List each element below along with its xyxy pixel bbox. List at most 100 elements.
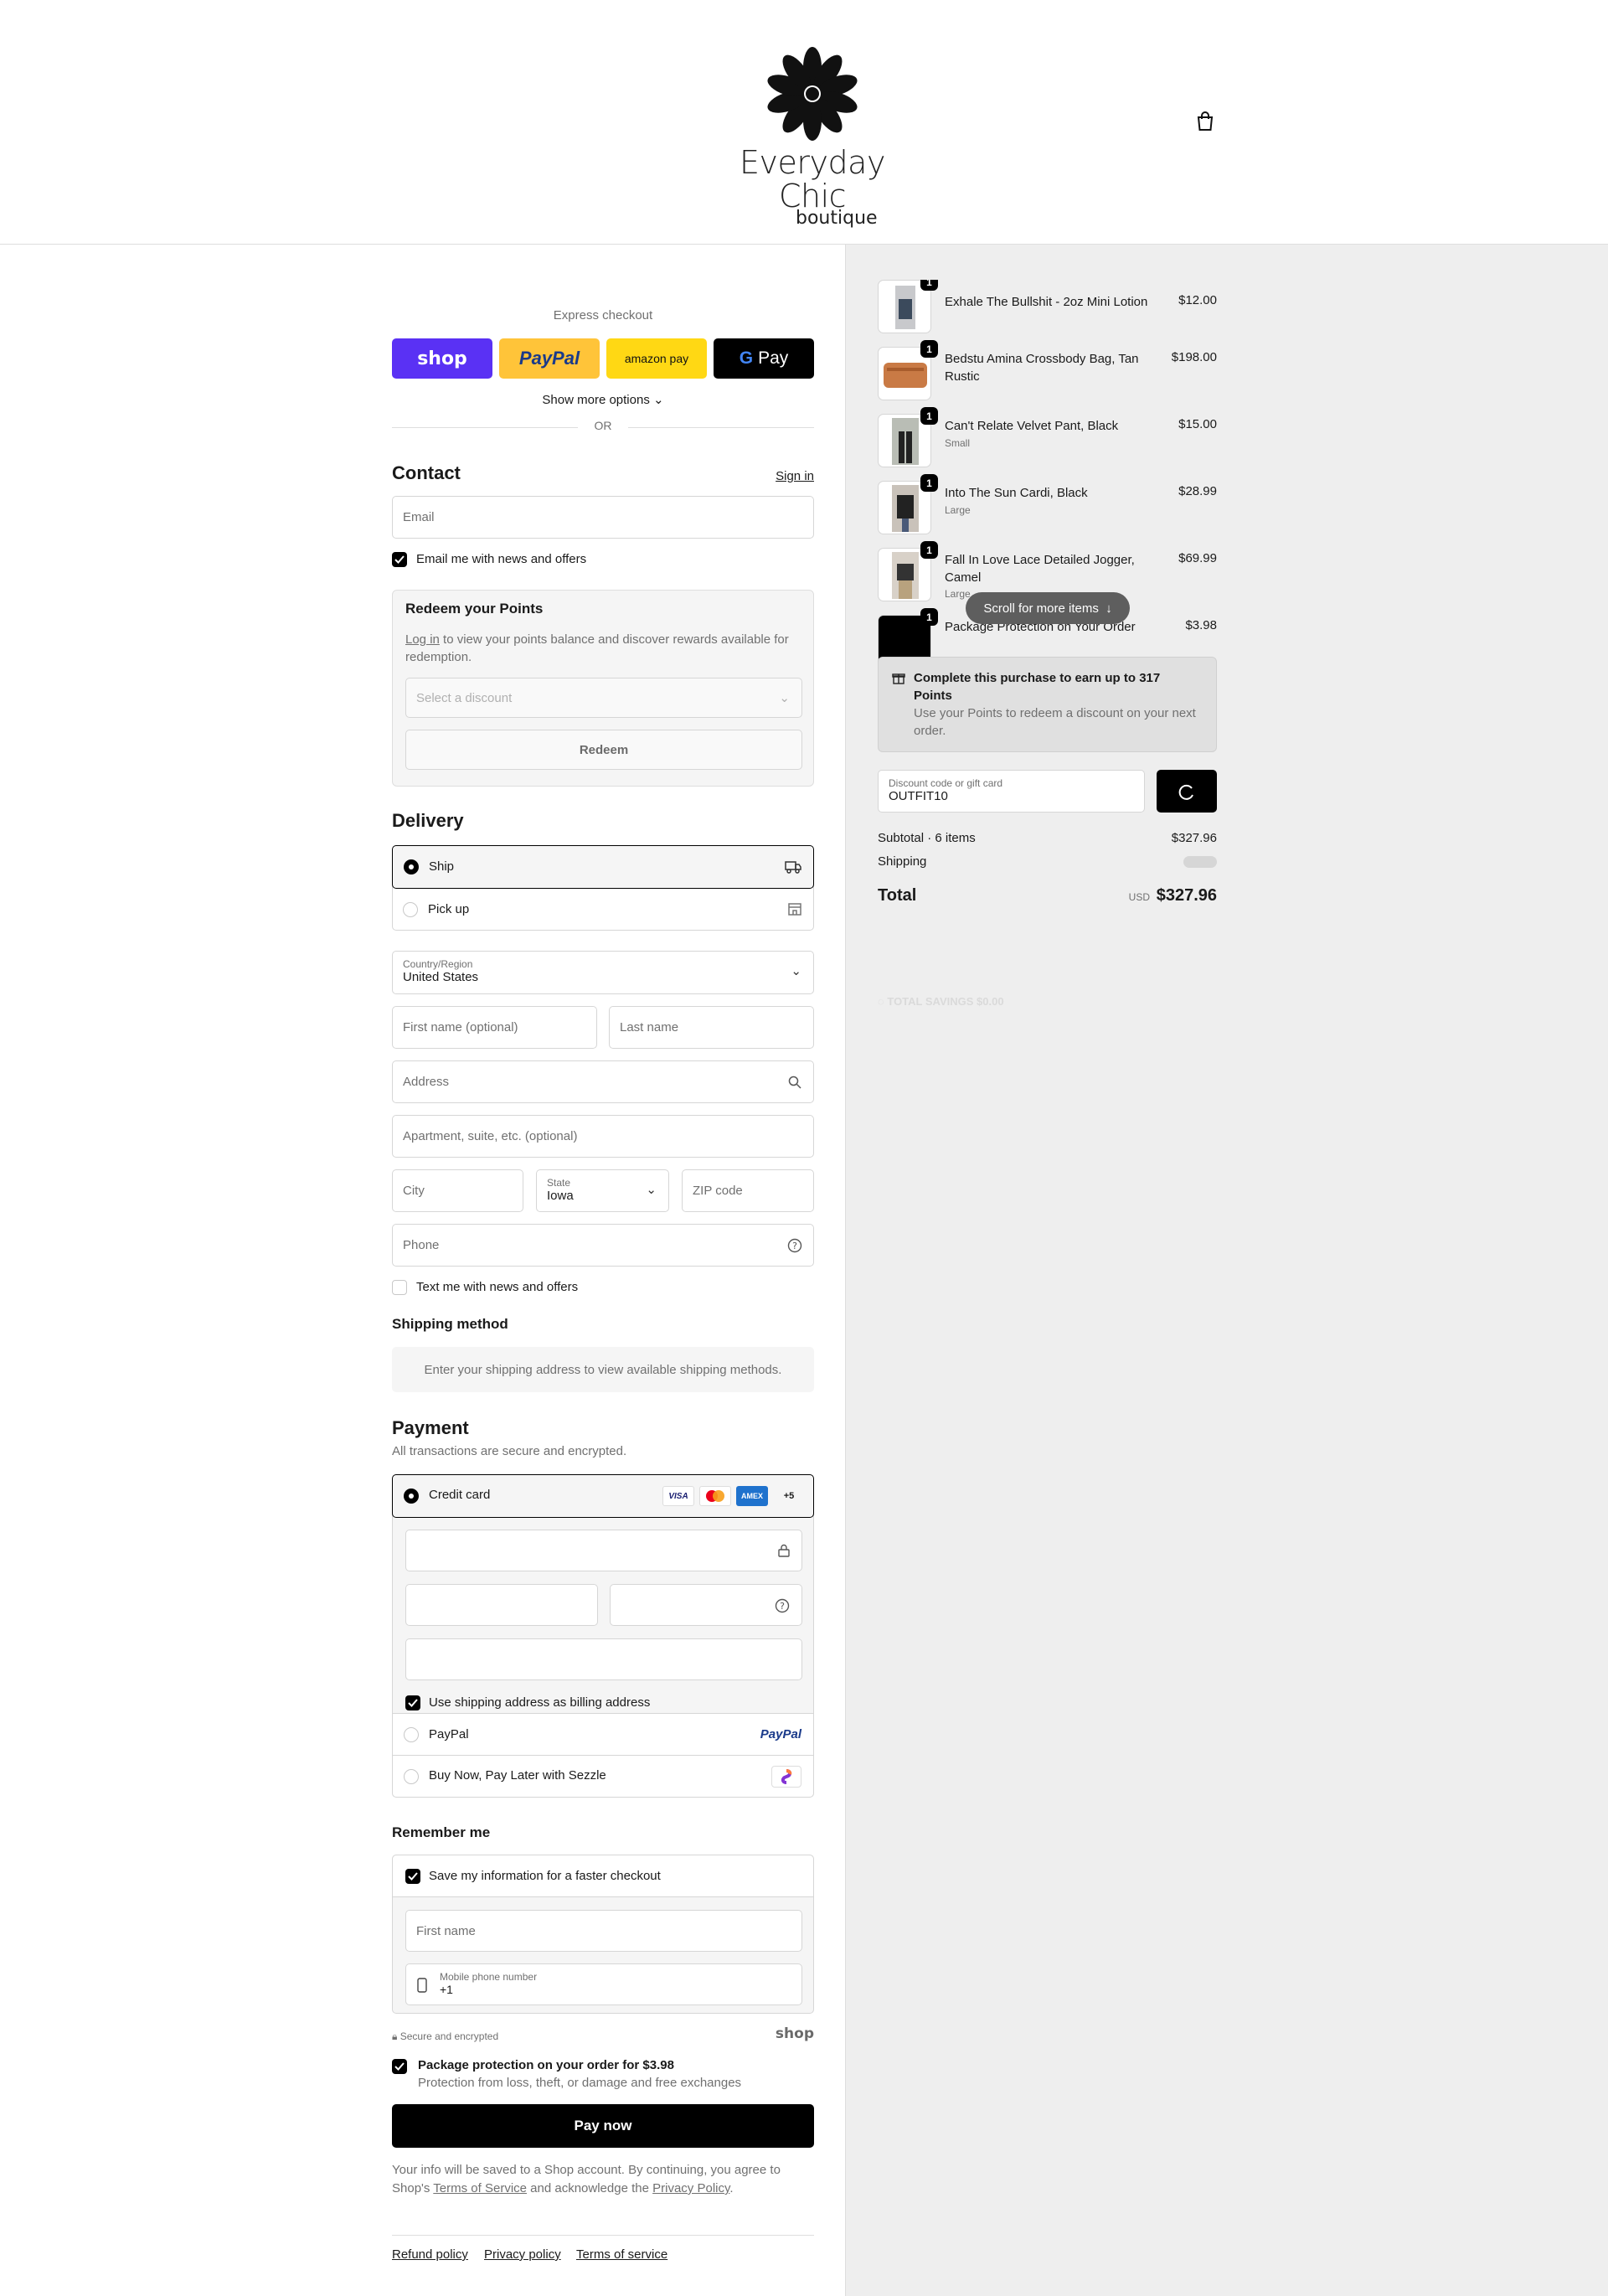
card-name-field[interactable] [405, 1638, 802, 1680]
google-pay-label: Pay [758, 348, 789, 368]
amazon-pay-button[interactable]: amazon pay [606, 338, 707, 379]
payment-subtitle: All transactions are secure and encrypte… [392, 1444, 627, 1458]
text-news-label: Text me with news and offers [416, 1280, 579, 1294]
shop-pay-button[interactable]: shop [392, 338, 492, 379]
zip-field[interactable]: ZIP code [682, 1169, 814, 1212]
svg-text:?: ? [792, 1241, 797, 1251]
cart-icon[interactable] [1196, 111, 1216, 133]
chevron-down-icon: ⌄ [779, 691, 790, 705]
remember-first-name-field[interactable]: First name [405, 1910, 802, 1952]
pay-now-button[interactable]: Pay now [392, 2104, 814, 2148]
store-logo[interactable]: Everyday Chic boutique [716, 44, 909, 229]
flower-logo-icon [767, 47, 858, 141]
loading-spinner-icon [1178, 784, 1193, 800]
or-divider: OR [392, 419, 814, 436]
footer-divider [392, 2235, 814, 2236]
shipping-method-notice: Enter your shipping address to view avai… [392, 1347, 814, 1392]
privacy-policy-link[interactable]: Privacy policy [484, 2247, 561, 2262]
apartment-field[interactable]: Apartment, suite, etc. (optional) [392, 1115, 814, 1158]
item-price: $3.98 [1185, 618, 1217, 632]
sign-in-link[interactable]: Sign in [776, 469, 814, 483]
points-login-link[interactable]: Log in [405, 632, 440, 647]
email-news-checkbox[interactable] [392, 552, 407, 567]
google-pay-button[interactable]: G Pay [714, 338, 814, 379]
discount-code-field[interactable]: Discount code or gift card OUTFIT10 [878, 770, 1145, 813]
card-expiry-field[interactable] [405, 1584, 598, 1626]
help-icon[interactable]: ? [787, 1238, 802, 1253]
redeem-button[interactable]: Redeem [405, 730, 802, 770]
google-g-icon: G [739, 348, 754, 368]
credit-card-option[interactable]: Credit card VISA AMEX +5 [392, 1474, 814, 1518]
item-name: Into The Sun Cardi, Black [945, 486, 1088, 500]
sezzle-radio[interactable] [404, 1769, 419, 1784]
show-more-options-label: Show more options [542, 393, 650, 407]
phone-field[interactable]: Phone ? [392, 1224, 814, 1267]
pickup-radio[interactable] [403, 902, 418, 917]
pickup-option[interactable]: Pick up [392, 889, 814, 931]
lock-icon: 🔒︎ [392, 2030, 398, 2042]
subtotal-value: $327.96 [1171, 831, 1217, 845]
address-placeholder: Address [403, 1075, 450, 1089]
ship-option[interactable]: Ship [392, 845, 814, 889]
discount-select-placeholder: Select a discount [416, 690, 513, 705]
package-protection-checkbox[interactable] [392, 2059, 407, 2074]
credit-card-label: Credit card [429, 1488, 491, 1502]
city-field[interactable]: City [392, 1169, 523, 1212]
shop-tos-link[interactable]: Terms of Service [433, 2181, 527, 2195]
card-number-field[interactable] [405, 1530, 802, 1571]
address-field[interactable]: Address [392, 1060, 814, 1103]
show-more-options-link[interactable]: Show more options ⌄ [392, 392, 814, 407]
paypal-button[interactable]: PayPal [499, 338, 600, 379]
first-name-field[interactable]: First name (optional) [392, 1006, 597, 1049]
email-field[interactable]: Email [392, 496, 814, 539]
or-label: OR [594, 419, 612, 432]
item-variant: Large [945, 504, 971, 516]
mobile-phone-field[interactable]: Mobile phone number +1 [405, 1963, 802, 2005]
terms-of-service-link[interactable]: Terms of service [576, 2247, 667, 2262]
phone-placeholder: Phone [403, 1238, 440, 1252]
shipping-value-placeholder [1183, 856, 1217, 868]
item-price: $198.00 [1171, 350, 1217, 364]
sezzle-option[interactable]: Buy Now, Pay Later with Sezzle [393, 1755, 813, 1797]
shop-privacy-link[interactable]: Privacy Policy [652, 2181, 729, 2195]
card-cvv-field[interactable]: ? [610, 1584, 802, 1626]
save-info-row[interactable]: Save my information for a faster checkou… [393, 1855, 813, 1897]
scroll-hint-label: Scroll for more items [983, 601, 1099, 616]
paypal-option[interactable]: PayPal PayPal [393, 1713, 813, 1755]
quantity-badge: 1 [920, 608, 938, 626]
refund-policy-link[interactable]: Refund policy [392, 2247, 468, 2262]
save-info-checkbox[interactable] [405, 1869, 420, 1884]
express-checkout-title: Express checkout [553, 308, 653, 322]
chevron-down-icon: ⌄ [646, 1183, 657, 1197]
country-value: United States [403, 970, 479, 984]
state-select[interactable]: State Iowa ⌄ [536, 1169, 669, 1212]
store-icon [788, 903, 801, 916]
line-item: 1 Bedstu Amina Crossbody Bag, Tan Rustic… [878, 340, 1217, 400]
legal-part2: and acknowledge the [527, 2181, 653, 2195]
paypal-radio[interactable] [404, 1727, 419, 1742]
arrow-down-icon: ↓ [1106, 601, 1112, 616]
more-card-brands: +5 [783, 1491, 795, 1501]
apply-discount-button[interactable] [1157, 770, 1217, 813]
package-protection-title: Package protection on your order for $3.… [418, 2058, 674, 2072]
billing-same-checkbox[interactable] [405, 1695, 420, 1710]
quantity-badge: 1 [920, 340, 938, 358]
remember-me-title: Remember me [392, 1824, 491, 1840]
help-icon[interactable]: ? [775, 1598, 790, 1613]
points-desc-text: to view your points balance and discover… [405, 632, 789, 664]
discount-select[interactable]: Select a discount ⌄ [405, 678, 802, 718]
email-news-label: Email me with news and offers [416, 552, 587, 566]
ship-radio[interactable] [404, 859, 419, 875]
scroll-more-items-pill[interactable]: Scroll for more items ↓ [966, 592, 1130, 624]
country-select[interactable]: Country/Region United States ⌄ [392, 951, 814, 994]
total-savings-label: ◌ TOTAL SAVINGS $0.00 [878, 995, 1004, 1008]
shipping-method-title: Shipping method [392, 1316, 508, 1332]
quantity-badge: 1 [920, 474, 938, 492]
text-news-checkbox[interactable] [392, 1280, 407, 1295]
credit-card-radio[interactable] [404, 1489, 419, 1504]
last-name-field[interactable]: Last name [609, 1006, 814, 1049]
legal-notice: Your info will be saved to a Shop accoun… [392, 2161, 811, 2198]
brand-name: Everyday Chic [740, 144, 885, 214]
earn-points-desc: Use your Points to redeem a discount on … [914, 706, 1196, 738]
save-info-label: Save my information for a faster checkou… [429, 1869, 661, 1883]
